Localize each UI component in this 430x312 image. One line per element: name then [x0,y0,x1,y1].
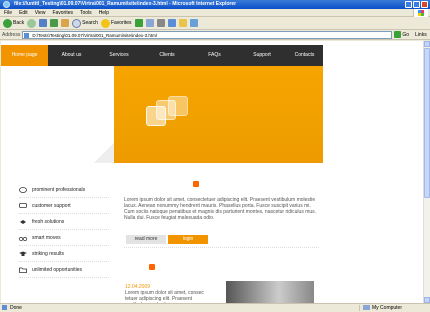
rss-icon[interactable] [149,264,155,270]
vertical-scrollbar[interactable] [423,41,430,303]
page-viewport: Home page About us Services Clients FAQs… [1,41,423,303]
list-item-label: prominent professionals [32,186,86,193]
graduation-cap-icon [19,251,27,256]
menu-edit[interactable]: Edit [19,9,28,16]
status-text: Done [0,305,359,311]
list-item[interactable]: striking results [19,246,109,262]
zone-indicator: My Computer [359,305,430,311]
links-button[interactable]: Links [415,32,427,38]
browser-toolbar: Back Search Favorites [0,17,430,30]
search-label: Search [82,20,98,26]
favorites-button[interactable]: Favorites [100,18,132,28]
print-icon[interactable] [156,19,165,27]
nav-contacts[interactable]: Contacts [286,45,323,66]
page-fold-corner [94,143,114,163]
forward-button[interactable] [27,18,37,28]
list-item[interactable]: smart moves [19,230,109,246]
maximize-button[interactable] [413,1,420,8]
menu-file[interactable]: File [4,9,12,16]
ie-logo-icon [3,1,10,8]
menu-bar: File Edit View Favorites Tools Help [0,9,430,17]
address-label: Address [2,31,21,38]
back-button[interactable]: Back [3,18,25,28]
news-text: Lorem ipsum dolor sit amet, consec tetue… [125,290,204,303]
folder-icon [19,267,27,273]
go-button[interactable]: Go [394,31,409,38]
nav-faqs[interactable]: FAQs [191,45,238,66]
refresh-arrows-icon [20,219,26,224]
mail-icon[interactable] [145,19,154,27]
login-button[interactable]: login [168,235,208,244]
nav-home-page[interactable]: Home page [1,45,48,66]
read-more-button[interactable]: read more [126,235,166,244]
list-item[interactable]: fresh solutions [19,214,109,230]
history-icon[interactable] [134,19,143,27]
divider [124,247,319,248]
forward-arrow-icon [27,18,37,28]
menu-tools[interactable]: Tools [80,9,92,16]
rss-icon[interactable] [193,181,199,187]
list-item[interactable]: customer support [19,198,109,214]
minimize-button[interactable] [405,1,412,8]
favorites-label: Favorites [110,20,132,26]
refresh-icon[interactable] [50,19,59,27]
nav-about-us[interactable]: About us [48,45,95,66]
hero-banner [114,66,323,163]
search-button[interactable]: Search [72,18,98,28]
address-url: D:\Tests\Testing\01.09.07\Virtra\001_Ram… [32,32,157,38]
list-item-label: fresh solutions [32,218,65,225]
go-label: Go [402,31,410,38]
list-item-label: striking results [32,250,64,257]
news-image [226,281,314,303]
close-button[interactable] [421,1,428,8]
edit-icon[interactable] [167,19,176,27]
address-bar: Address D:\Tests\Testing\01.09.07\Virtra… [0,30,430,40]
window-title-bar: file:///untitl_Testing\01.09.07\Virtra\0… [0,0,430,9]
home-icon[interactable] [61,19,70,27]
menu-favorites[interactable]: Favorites [52,9,73,16]
nav-support[interactable]: Support [238,45,286,66]
window-title: file:///untitl_Testing\01.09.07\Virtra\0… [14,1,237,7]
menu-help[interactable]: Help [99,9,109,16]
list-item-label: unlimited opportunities [32,266,83,273]
stop-icon[interactable] [39,19,48,27]
gear-icon [168,96,188,116]
back-arrow-icon [3,18,12,28]
nav-clients[interactable]: Clients [143,45,191,66]
folder-icon[interactable] [178,19,187,27]
feature-list: prominent professionals customer support… [19,182,109,278]
go-arrow-icon [394,31,402,38]
scroll-up-button[interactable] [424,41,430,47]
menu-view[interactable]: View [35,9,46,16]
back-label: Back [13,20,25,26]
nav-services[interactable]: Services [95,45,143,66]
list-item-label: customer support [32,202,71,209]
list-item[interactable]: prominent professionals [19,182,109,198]
site-nav: Home page About us Services Clients FAQs… [1,45,323,66]
window-controls [405,1,428,8]
intro-text: Lorem ipsum dolor sit amet, consectetuer… [124,197,317,221]
bicycle-icon [19,236,27,241]
status-bar: Done My Computer [0,303,430,312]
speech-bubble-icon [19,186,27,193]
scroll-thumb[interactable] [424,48,430,198]
page-icon [24,32,30,38]
list-item[interactable]: unlimited opportunities [19,262,109,278]
search-icon [72,18,82,28]
windows-logo-icon [413,9,428,17]
list-item-label: smart moves [32,234,61,241]
star-icon [100,18,110,28]
address-input[interactable]: D:\Tests\Testing\01.09.07\Virtra\001_Ram… [22,30,393,39]
messenger-icon[interactable] [189,19,198,27]
chat-icon [19,202,27,208]
